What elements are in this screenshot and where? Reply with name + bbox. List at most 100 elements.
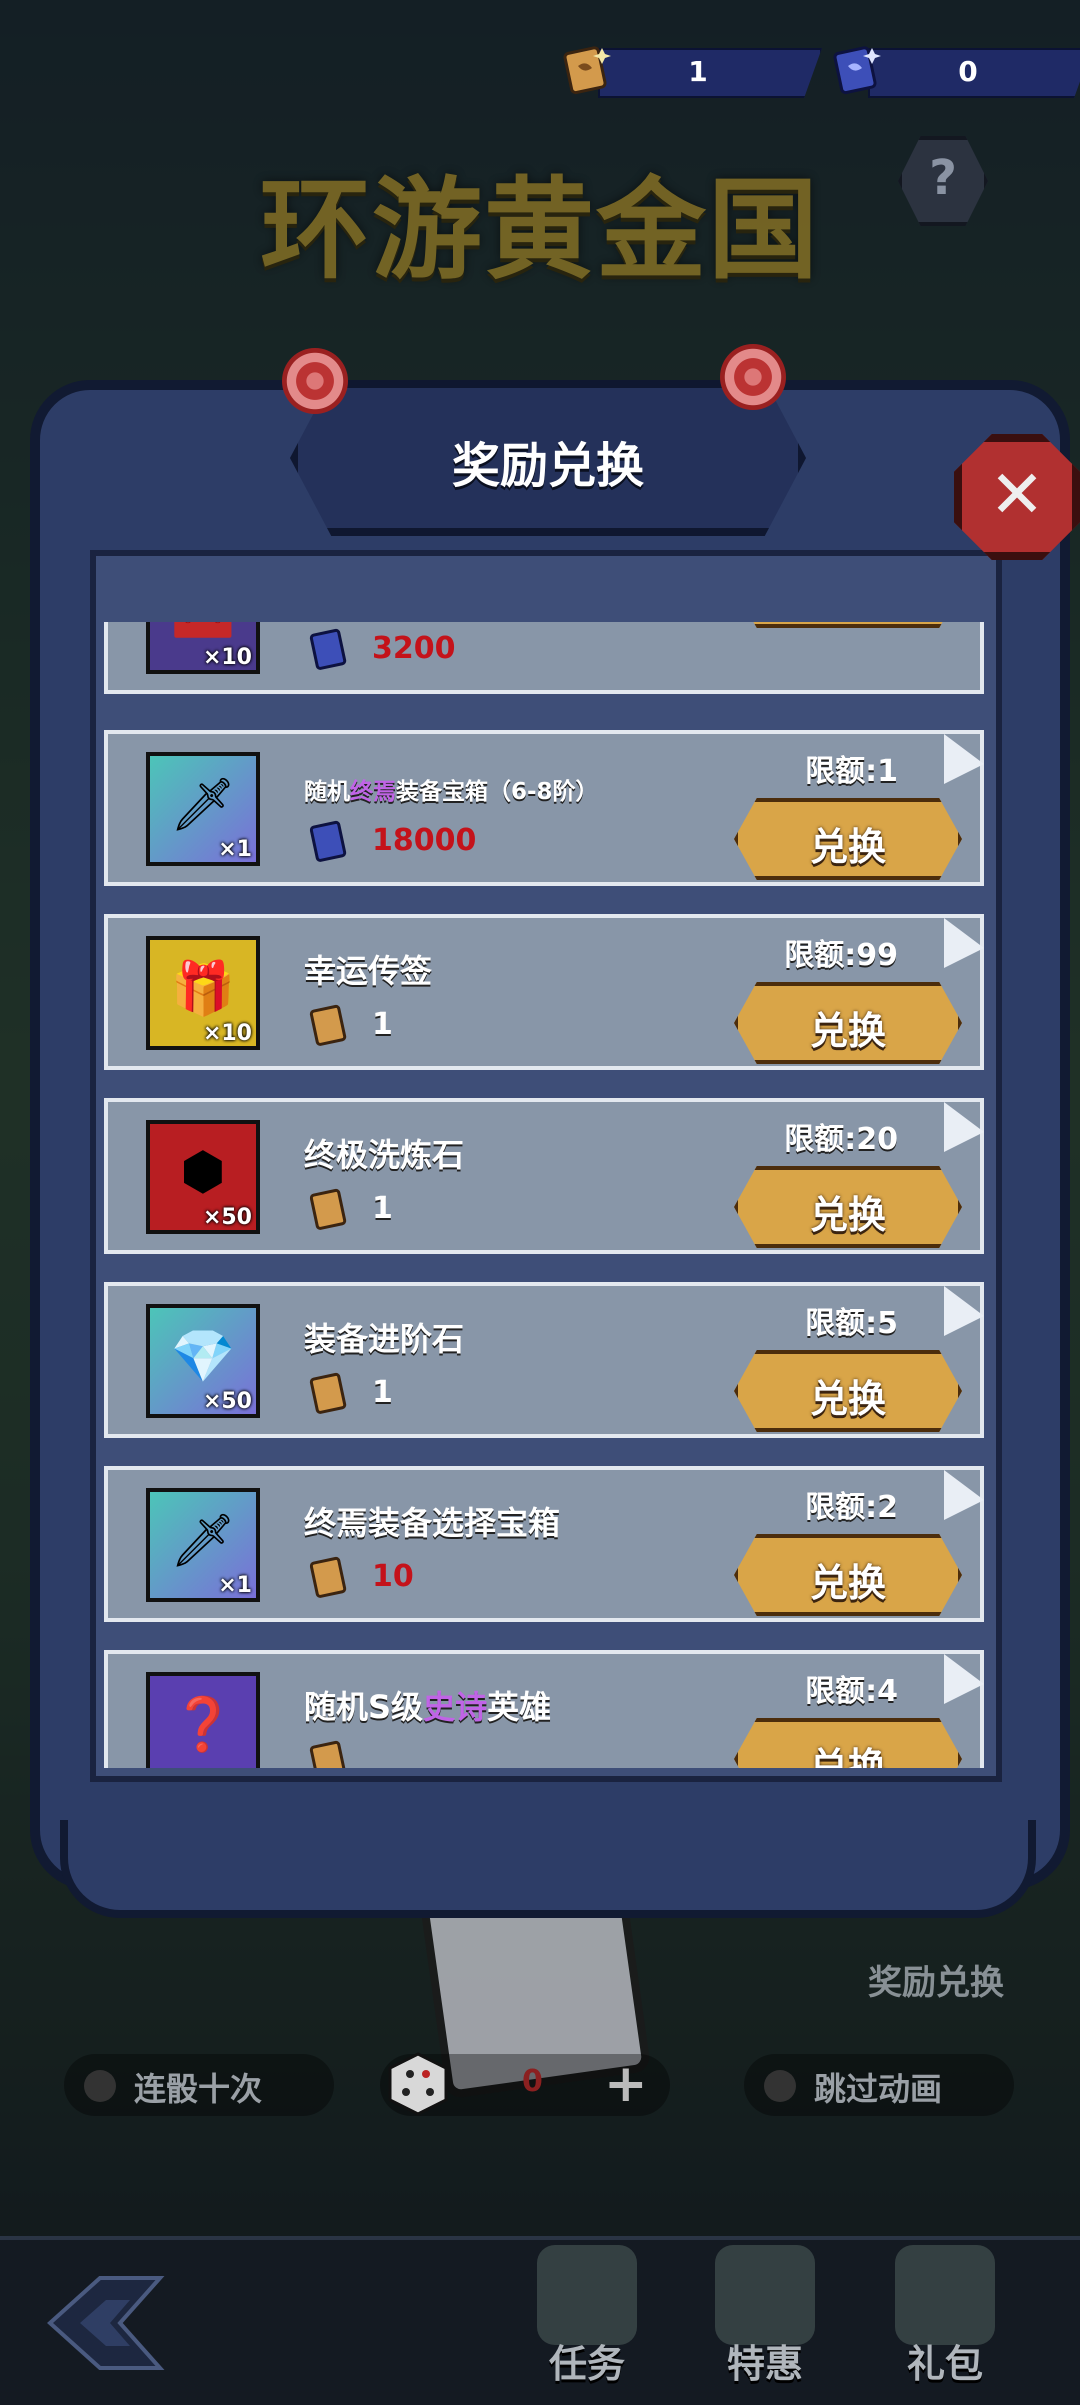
dialog-frame-bottom xyxy=(60,1820,1036,1918)
gift-icon xyxy=(895,2245,995,2345)
item-limit: 限额:20 xyxy=(784,1122,898,1157)
info-flag-icon[interactable] xyxy=(944,1654,984,1704)
currency-gold-scroll: 1 xyxy=(558,44,822,98)
close-button[interactable]: ✕ xyxy=(954,434,1080,560)
exchange-button[interactable]: 兑换 xyxy=(734,1718,962,1768)
item-cost: 1 xyxy=(372,1007,393,1042)
item-quantity: ×10 xyxy=(202,645,252,670)
item-icon: ⬢ ×50 xyxy=(146,1120,260,1234)
checkbox-icon xyxy=(84,2070,116,2102)
info-flag-icon[interactable] xyxy=(944,734,984,784)
exchange-button[interactable]: 兑换 xyxy=(734,1350,962,1432)
item-name: 终焉装备选择宝箱 xyxy=(304,1504,561,1542)
gold-scroll-icon xyxy=(563,46,611,95)
nav-tasks-label: 任务 xyxy=(548,2342,625,2386)
blue-scroll-icon xyxy=(309,820,347,862)
exchange-button[interactable]: 兑换 xyxy=(734,798,962,880)
exchange-button[interactable]: 兑换 xyxy=(734,1534,962,1616)
item-name: 随机终焉装备宝箱（6-8阶） xyxy=(304,779,599,805)
add-dice-button[interactable]: + xyxy=(604,2054,648,2114)
item-name: 幸运传签 xyxy=(304,952,433,990)
item-quantity: ×1 xyxy=(218,837,252,862)
info-flag-icon[interactable] xyxy=(944,1470,984,1520)
gold-scroll-icon xyxy=(309,1004,347,1046)
item-icon: 🗡 ×1 xyxy=(146,752,260,866)
dialog-title-plate: 奖励兑换 xyxy=(290,380,806,536)
item-icon: 🧰 ×10 xyxy=(146,622,260,674)
roll-ten-toggle[interactable]: 连骰十次 xyxy=(64,2054,334,2116)
gold-scroll-icon xyxy=(309,1740,347,1768)
checkbox-icon xyxy=(764,2070,796,2102)
gold-scroll-icon xyxy=(309,1556,347,1598)
dialog-title: 奖励兑换 xyxy=(451,438,644,494)
item-icon: 💎 ×50 xyxy=(146,1304,260,1418)
exchange-button[interactable]: 兑换 xyxy=(734,622,962,628)
close-icon: ✕ xyxy=(989,456,1045,533)
item-quantity: ×50 xyxy=(202,1389,252,1414)
mystery-hero-icon: ❓ xyxy=(170,1695,236,1755)
reward-item: 🗡 ×1 终焉装备选择宝箱 10 限额:2 兑换 xyxy=(104,1466,984,1622)
item-limit: 限额:1 xyxy=(805,754,898,789)
exchange-button-label: 兑换 xyxy=(809,1745,886,1768)
item-cost: 3200 xyxy=(372,631,456,666)
game-title-logo: 环游黄金国 xyxy=(260,166,820,294)
equipment-chest-icon: 🗡 xyxy=(169,1511,236,1571)
reward-item: ❓ 随机S级史诗英雄 限额:4 兑换 xyxy=(104,1650,984,1768)
skip-animation-toggle[interactable]: 跳过动画 xyxy=(744,2054,1014,2116)
item-icon: ❓ xyxy=(146,1672,260,1768)
exchange-button-label: 兑换 xyxy=(809,1193,886,1237)
skip-animation-label: 跳过动画 xyxy=(814,2070,943,2108)
dice-count: 0 xyxy=(522,2064,543,2099)
currency-blue-scroll: 0 xyxy=(828,44,1080,98)
item-cost: 18000 xyxy=(372,823,477,858)
currency-value: 0 xyxy=(958,55,978,88)
reward-item: ⬢ ×50 终极洗炼石 1 限额:20 兑换 xyxy=(104,1098,984,1254)
item-limit: 限额:2 xyxy=(805,1490,898,1525)
reward-item: 💎 ×50 装备进阶石 1 限额:5 兑换 xyxy=(104,1282,984,1438)
item-cost: 1 xyxy=(372,1375,393,1410)
currency-value: 1 xyxy=(688,55,708,88)
nav-tasks[interactable]: 任务 xyxy=(512,2245,662,2395)
refining-stone-icon: ⬢ xyxy=(180,1142,226,1202)
item-cost: 1 xyxy=(372,1191,393,1226)
exchange-button-label: 兑换 xyxy=(809,1377,886,1421)
reward-exchange-label[interactable]: 奖励兑换 xyxy=(868,1955,1004,2004)
deals-icon xyxy=(715,2245,815,2345)
rose-decoration-icon xyxy=(720,344,786,410)
treasure-icon: 🧰 xyxy=(150,622,256,643)
info-flag-icon[interactable] xyxy=(944,1102,984,1152)
lucky-envelope-icon: 🎁 xyxy=(170,959,236,1019)
exchange-button-label: 兑换 xyxy=(809,825,886,869)
item-name: 装备进阶石 xyxy=(304,1320,465,1358)
gold-scroll-icon xyxy=(309,1372,347,1414)
exchange-button[interactable]: 兑换 xyxy=(734,982,962,1064)
item-limit: 限额:5 xyxy=(805,1306,898,1341)
reward-item: 🧰 ×10 3200 兑换 xyxy=(104,622,984,694)
nav-deals-label: 特惠 xyxy=(726,2342,803,2386)
info-flag-icon[interactable] xyxy=(944,1286,984,1336)
exchange-button[interactable]: 兑换 xyxy=(734,1166,962,1248)
item-cost: 10 xyxy=(372,1559,414,1594)
item-icon: 🗡 ×1 xyxy=(146,1488,260,1602)
roll-ten-label: 连骰十次 xyxy=(134,2070,263,2108)
blue-scroll-icon xyxy=(833,46,881,95)
reward-item: 🎁 ×10 幸运传签 1 限额:99 兑换 xyxy=(104,914,984,1070)
item-quantity: ×10 xyxy=(202,1021,252,1046)
nav-gift[interactable]: 礼包 xyxy=(870,2245,1020,2395)
item-limit: 限额:4 xyxy=(805,1674,898,1709)
back-arrow-icon[interactable] xyxy=(40,2268,170,2378)
item-quantity: ×50 xyxy=(202,1205,252,1230)
item-icon: 🎁 ×10 xyxy=(146,936,260,1050)
equipment-chest-icon: 🗡 xyxy=(169,775,236,835)
item-name: 终极洗炼石 xyxy=(304,1136,465,1174)
exchange-button-label: 兑换 xyxy=(809,1009,886,1053)
nav-deals[interactable]: 特惠 xyxy=(690,2245,840,2395)
dice-icon xyxy=(388,2052,448,2116)
item-limit: 限额:99 xyxy=(784,938,898,973)
exchange-button-label: 兑换 xyxy=(809,1561,886,1605)
tasks-icon xyxy=(537,2245,637,2345)
rose-decoration-icon xyxy=(282,348,348,414)
info-flag-icon[interactable] xyxy=(944,918,984,968)
item-name: 随机S级史诗英雄 xyxy=(304,1688,552,1726)
reward-list[interactable]: 🧰 ×10 3200 兑换 🗡 ×1 随机终焉装备宝箱（6-8阶） 18000 … xyxy=(104,622,984,1768)
